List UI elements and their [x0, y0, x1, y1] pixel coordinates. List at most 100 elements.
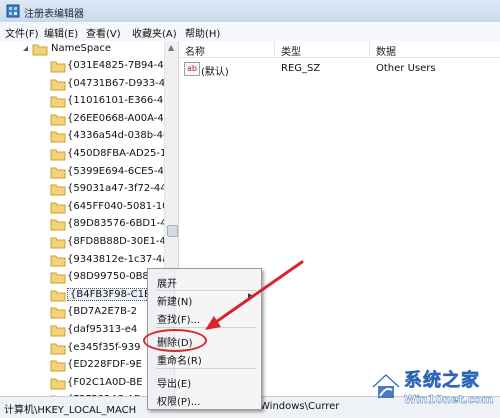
tree-item[interactable]: {8FD8B88D-30E1-4F2: [0, 234, 166, 251]
watermark-title: 系统之家: [404, 370, 480, 392]
tree-item-label: {645FF040-5081-101I: [67, 200, 166, 212]
tree-item[interactable]: {F02C1A0D-BE: [0, 375, 166, 392]
column-header-type[interactable]: 类型: [281, 43, 301, 58]
value-row[interactable]: ab (默认) REG_SZ Other Users: [179, 61, 500, 78]
folder-icon: [50, 290, 66, 302]
open-folder-icon: [32, 44, 48, 56]
status-path-tail: Windows\Currer: [260, 401, 340, 412]
tree-item-label: {4336a54d-038b-468: [67, 130, 166, 142]
tree-item-selected[interactable]: {B4FB3F98-C1EA-428: [0, 287, 166, 304]
value-name: (默认): [201, 67, 229, 78]
folder-icon: [50, 149, 66, 161]
house-logo-icon: [371, 372, 401, 398]
folder-icon: [50, 131, 66, 143]
tree-item[interactable]: {450D8FBA-AD25-11: [0, 146, 166, 163]
context-menu-label: 展开: [157, 279, 177, 290]
context-menu-rename[interactable]: 重命名(R): [156, 350, 256, 367]
watermark-url: Win10net.com: [404, 393, 494, 406]
tree-root-label: NameSpace: [51, 43, 111, 54]
value-type: REG_SZ: [281, 63, 321, 74]
context-menu-label: 导出(E): [157, 379, 192, 390]
column-header-name[interactable]: 名称: [185, 43, 205, 58]
menu-help[interactable]: 帮助(H): [185, 25, 220, 40]
tree-item[interactable]: {26EE0668-A00A-44D: [0, 111, 166, 128]
folder-icon: [50, 167, 66, 179]
tree-item[interactable]: {645FF040-5081-101I: [0, 199, 166, 216]
tree-item[interactable]: {04731B67-D933-450: [0, 76, 166, 93]
context-menu-separator: [156, 327, 256, 328]
tree-item-label: {9343812e-1c37-4a4: [67, 253, 166, 265]
context-menu-new[interactable]: 新建(N) ▶: [156, 291, 256, 308]
tree-item-label: {ED228FDF-9E: [67, 359, 142, 371]
tree-item[interactable]: {9343812e-1c37-4a4: [0, 252, 166, 269]
scroll-up-arrow-icon[interactable]: ▲: [168, 43, 174, 52]
tree-item-label: {F02C1A0D-BE: [67, 376, 143, 388]
status-path: 计算机\HKEY_LOCAL_MACH: [4, 405, 137, 416]
context-menu-separator: [156, 368, 256, 369]
values-header: 名称 类型 数据: [179, 41, 500, 58]
menu-file[interactable]: 文件(F): [5, 25, 39, 40]
folder-icon: [50, 184, 66, 196]
context-menu-label: 查找(F)...: [157, 315, 201, 326]
tree-item-label: {031E4825-7B94-4dc: [67, 60, 166, 71]
tree-item-label: {26EE0668-A00A-44D: [67, 112, 166, 124]
tree-item[interactable]: {59031a47-3f72-44a7: [0, 181, 166, 198]
column-divider[interactable]: [369, 41, 370, 57]
watermark: 系统之家 Win10net.com: [370, 365, 498, 415]
tree-item-label: {BD7A2E7B-2: [67, 306, 137, 318]
folder-icon: [50, 96, 66, 108]
menu-bar: 文件(F) 编辑(E) 查看(V) 收藏夹(A) 帮助(H): [0, 22, 500, 42]
context-menu-label: 重命名(R): [157, 356, 202, 367]
collapse-triangle-icon[interactable]: [22, 45, 30, 53]
tree-item[interactable]: {e345f35f-939: [0, 340, 166, 357]
context-menu-find[interactable]: 查找(F)...: [156, 309, 256, 326]
folder-icon: [50, 79, 66, 91]
tree-item-label: {8FD8B88D-30E1-4F2: [67, 236, 166, 247]
tree-item[interactable]: {daf95313-e4: [0, 322, 166, 339]
folder-icon: [50, 325, 66, 337]
tree-item[interactable]: {BD7A2E7B-2: [0, 304, 166, 321]
tree-root-item[interactable]: NameSpace: [0, 41, 166, 58]
folder-icon: [50, 307, 66, 319]
annotation-highlight-ellipse: [143, 329, 207, 352]
window-title: 注册表编辑器: [24, 9, 84, 20]
column-header-data[interactable]: 数据: [376, 43, 396, 58]
tree-item[interactable]: {031E4825-7B94-4dc: [0, 58, 166, 75]
folder-icon: [50, 255, 66, 267]
menu-favorites[interactable]: 收藏夹(A): [132, 25, 177, 40]
submenu-arrow-icon: ▶: [248, 292, 255, 302]
context-menu-expand[interactable]: 展开: [156, 273, 256, 290]
tree-item[interactable]: {5399E694-6CE5-4D6: [0, 164, 166, 181]
folder-icon: [50, 219, 66, 231]
context-menu-export[interactable]: 导出(E): [156, 373, 256, 390]
string-value-icon: ab: [184, 62, 200, 76]
tree-item[interactable]: {11016101-E366-4D2: [0, 93, 166, 110]
tree-item-label: {04731B67-D933-450: [67, 77, 166, 89]
scrollbar-thumb[interactable]: [167, 225, 178, 237]
menu-edit[interactable]: 编辑(E): [44, 25, 78, 40]
folder-icon: [50, 378, 66, 390]
folder-icon: [50, 114, 66, 126]
folder-icon: [50, 360, 66, 372]
tree-item-label: {5399E694-6CE5-4D6: [67, 165, 166, 177]
folder-icon: [50, 61, 66, 73]
column-divider[interactable]: [274, 41, 275, 57]
tree-item-label: {daf95313-e4: [67, 324, 138, 335]
context-menu-permissions[interactable]: 权限(P)...: [156, 391, 256, 408]
context-menu-label: 权限(P)...: [157, 397, 201, 408]
folder-icon: [50, 202, 66, 214]
tree-item-label: {e345f35f-939: [67, 341, 141, 353]
tree-item[interactable]: {4336a54d-038b-468: [0, 128, 166, 145]
tree-item-label: {89D83576-6BD1-4c8: [67, 218, 166, 230]
folder-icon: [50, 237, 66, 249]
regedit-app-icon: [6, 4, 20, 18]
tree-item[interactable]: {89D83576-6BD1-4c8: [0, 216, 166, 233]
context-menu-label: 新建(N): [157, 297, 193, 308]
tree-item[interactable]: {ED228FDF-9E: [0, 357, 166, 374]
tree-item-label: {59031a47-3f72-44a7: [67, 183, 166, 195]
folder-icon: [50, 272, 66, 284]
menu-view[interactable]: 查看(V): [86, 25, 121, 40]
tree-item[interactable]: {98D99750-0B8A-4c5: [0, 269, 166, 286]
value-data: Other Users: [376, 63, 436, 74]
title-bar: 注册表编辑器: [0, 0, 500, 23]
